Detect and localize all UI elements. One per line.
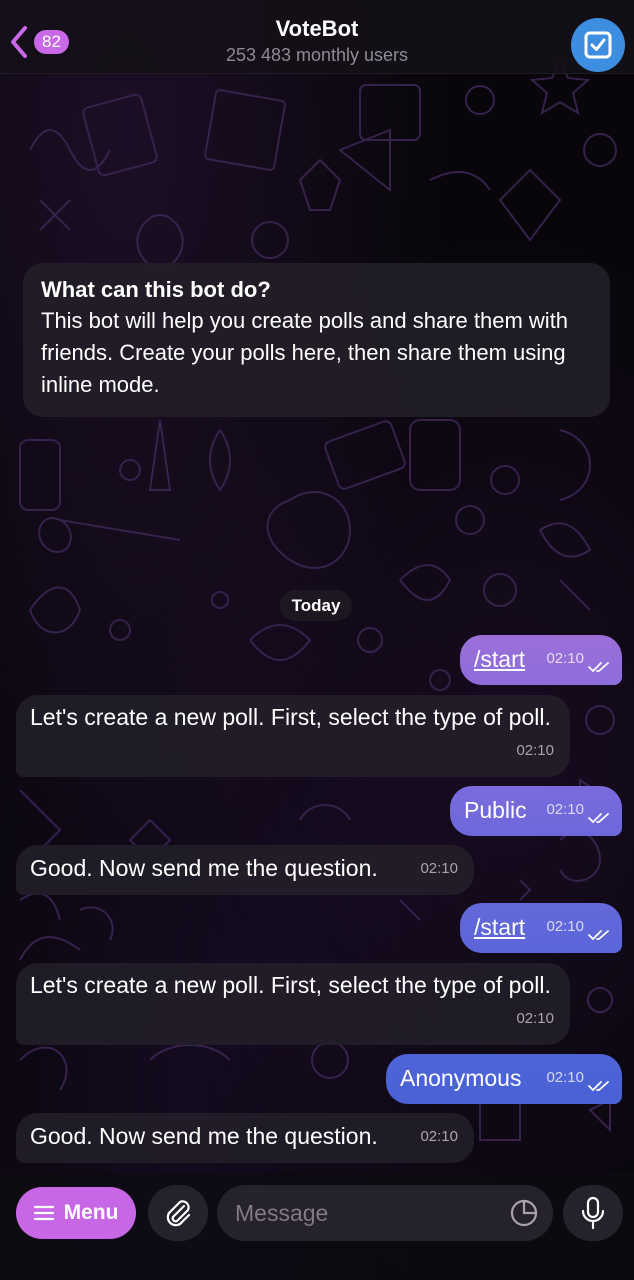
message-bubble-outgoing[interactable]: /start 02:10 [460,903,622,953]
message-time: 02:10 [546,650,584,667]
chat-header: 82 VoteBot 253 483 monthly users [0,0,634,74]
message-input[interactable]: Message [217,1185,553,1241]
message-text[interactable]: /start [474,914,525,940]
menu-label: Menu [63,1201,119,1224]
message-time: 02:10 [546,801,584,818]
sticker-icon[interactable] [509,1198,539,1228]
message-bubble-outgoing[interactable]: /start 02:10 [460,635,622,685]
message-time: 02:10 [420,1128,458,1145]
message-time: 02:10 [546,918,584,935]
message-bubble-outgoing[interactable]: Anonymous 02:10 [386,1054,622,1104]
chevron-left-icon [11,26,27,58]
message-text: Let's create a new poll. First, select t… [30,972,551,998]
hamburger-icon [33,1205,54,1221]
message-composer: Menu Message [0,1172,634,1280]
double-check-icon [588,930,609,941]
double-check-icon [588,1081,609,1092]
message-text: Anonymous [400,1065,522,1091]
back-button[interactable]: 82 [8,22,82,62]
chat-title: VoteBot [275,16,359,41]
message-time: 02:10 [516,1010,554,1027]
microphone-icon [581,1196,605,1230]
message-time: 02:10 [546,1069,584,1086]
message-text: Good. Now send me the question. [30,855,378,881]
message-bubble-outgoing[interactable]: Public 02:10 [450,786,622,836]
voice-message-button[interactable] [563,1185,623,1241]
chat-subtitle: 253 483 monthly users [225,45,409,65]
checkbox-icon [584,31,612,59]
message-input-placeholder: Message [235,1200,329,1226]
attach-button[interactable] [148,1185,208,1241]
message-time: 02:10 [516,742,554,759]
date-separator: Today [280,590,352,621]
chat-title-area[interactable]: VoteBot 253 483 monthly users [130,14,504,66]
bot-app-button[interactable] [571,18,625,72]
message-text: Good. Now send me the question. [30,1123,378,1149]
message-time: 02:10 [420,860,458,877]
message-bubble-incoming[interactable]: Good. Now send me the question. 02:10 [16,845,474,895]
message-text: Public [464,797,527,823]
bot-description-text: This bot will help you create polls and … [41,308,569,397]
message-bubble-incoming[interactable]: Let's create a new poll. First, select t… [16,963,570,1045]
message-text[interactable]: /start [474,646,525,672]
bot-description-title: What can this bot do? [41,277,271,302]
double-check-icon [588,662,609,673]
bot-menu-button[interactable]: Menu [16,1187,136,1239]
unread-count-badge: 82 [34,30,69,54]
double-check-icon [588,813,609,824]
message-bubble-incoming[interactable]: Let's create a new poll. First, select t… [16,695,570,777]
paperclip-icon [166,1200,191,1227]
message-bubble-incoming[interactable]: Good. Now send me the question. 02:10 [16,1113,474,1163]
bot-description-card: What can this bot do? This bot will help… [23,263,610,417]
message-text: Let's create a new poll. First, select t… [30,704,551,730]
